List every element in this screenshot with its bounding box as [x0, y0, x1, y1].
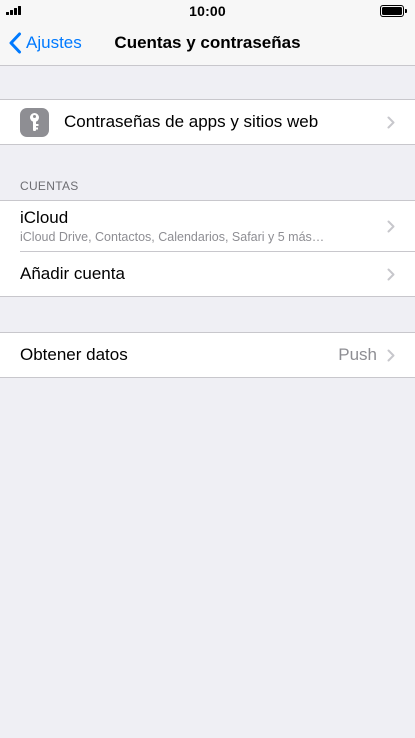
passwords-group: Contraseñas de apps y sitios web	[0, 99, 415, 145]
chevron-right-icon	[387, 116, 395, 129]
status-bar: 10:00	[0, 0, 415, 22]
passwords-row[interactable]: Contraseñas de apps y sitios web	[0, 100, 415, 144]
key-icon	[20, 107, 49, 137]
add-account-label: Añadir cuenta	[20, 264, 125, 283]
battery-icon	[380, 5, 407, 17]
icloud-account-row[interactable]: iCloud iCloud Drive, Contactos, Calendar…	[0, 201, 415, 251]
fetch-data-row[interactable]: Obtener datos Push	[0, 333, 415, 377]
accounts-section-header: CUENTAS	[20, 179, 79, 193]
chevron-right-icon	[387, 268, 395, 281]
accounts-group: iCloud iCloud Drive, Contactos, Calendar…	[0, 200, 415, 297]
navigation-bar: Ajustes Cuentas y contraseñas	[0, 22, 415, 66]
chevron-right-icon	[387, 220, 395, 233]
icloud-account-label: iCloud	[20, 207, 69, 227]
add-account-row[interactable]: Añadir cuenta	[0, 252, 415, 296]
chevron-right-icon	[387, 349, 395, 362]
fetch-data-value: Push	[338, 345, 377, 364]
status-time: 10:00	[189, 3, 226, 19]
fetch-data-label: Obtener datos	[20, 345, 128, 364]
fetch-group: Obtener datos Push	[0, 332, 415, 378]
passwords-row-label: Contraseñas de apps y sitios web	[64, 112, 319, 131]
page-title: Cuentas y contraseñas	[114, 33, 301, 52]
icloud-account-subtitle: iCloud Drive, Contactos, Calendarios, Sa…	[20, 229, 325, 244]
